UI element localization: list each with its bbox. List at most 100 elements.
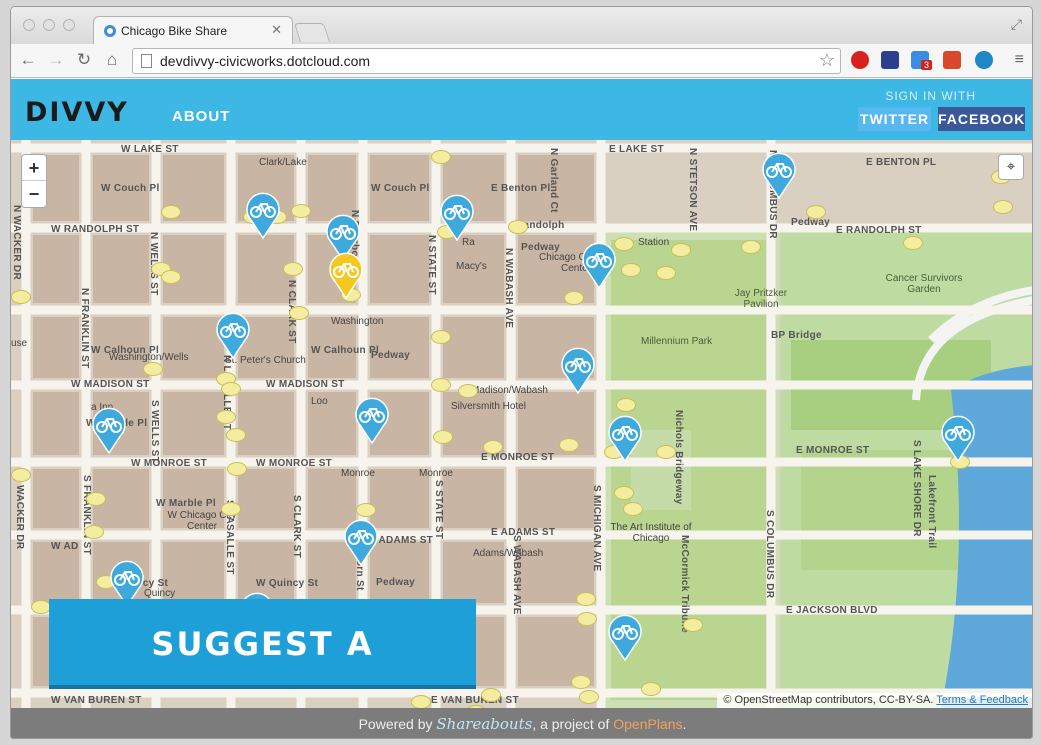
suggestion-bubble-icon[interactable] [621,263,641,277]
poi-label: Clark/Lake [259,157,307,168]
street-label: Pedway [376,577,416,588]
map-view[interactable]: W LAKE ST E LAKE ST W RANDOLPH ST E RANDOLP… [11,140,1032,708]
street-label-vertical: S COLUMBUS DR [764,510,775,599]
suggestion-bubble-icon[interactable] [579,690,599,704]
suggestion-bubble-icon[interactable] [221,382,241,396]
adblock-icon[interactable] [851,51,869,69]
suggestion-bubble-icon[interactable] [564,291,584,305]
bike-station-icon[interactable] [938,413,978,463]
bike-station-icon[interactable] [352,395,392,445]
suggestion-bubble-icon[interactable] [559,438,579,452]
suggestion-bubble-icon[interactable] [623,502,643,516]
street-label-vertical: S WELLS ST [149,400,160,463]
back-arrow-icon[interactable]: ← [17,50,39,70]
bookmark-star-icon[interactable]: ☆ [819,50,835,71]
poi-label: Washington [331,316,384,327]
about-link[interactable]: ABOUT [172,108,230,125]
browser-menu-icon[interactable]: ≡ [1015,51,1024,69]
bike-station-icon[interactable] [579,240,619,290]
suggestion-bubble-icon[interactable] [11,290,31,304]
terms-feedback-link[interactable]: Terms & Feedback [936,694,1028,706]
suggestion-bubble-icon[interactable] [216,410,236,424]
suggestion-bubble-icon[interactable] [226,428,246,442]
suggestion-bubble-icon[interactable] [741,240,761,254]
twitter-sign-in-button[interactable]: TWITTER [858,107,931,131]
close-window-button[interactable] [23,19,35,31]
attribution-text: © OpenStreetMap contributors, CC-BY-SA. [723,694,934,706]
bookmark-extension-icon[interactable] [943,51,961,69]
suggestion-bubble-icon[interactable] [483,440,503,454]
suggestion-bubble-icon[interactable] [458,384,478,398]
suggest-location-button[interactable]: SUGGEST A LOCATION [49,599,476,689]
bike-station-icon[interactable] [605,612,645,662]
suggestion-bubble-icon[interactable] [431,378,451,392]
bike-station-icon[interactable] [558,345,598,395]
suggestion-bubble-icon[interactable] [31,600,51,614]
suggestion-bubble-icon[interactable] [683,618,703,632]
reload-icon[interactable]: ↻ [73,50,95,70]
suggestion-bubble-icon[interactable] [143,362,163,376]
forward-arrow-icon[interactable]: → [45,50,67,70]
suggestion-bubble-icon[interactable] [576,592,596,606]
suggestion-bubble-icon[interactable] [431,330,451,344]
suggestion-bubble-icon[interactable] [289,306,309,320]
suggestion-bubble-icon[interactable] [221,502,241,516]
bike-station-icon[interactable] [89,405,129,455]
suggestion-bubble-icon[interactable] [903,236,923,250]
minimize-window-button[interactable] [43,19,55,31]
suggestion-bubble-icon[interactable] [577,612,597,626]
selected-bike-station-icon[interactable] [326,250,366,300]
suggestion-bubble-icon[interactable] [614,486,634,500]
suggestion-bubble-icon[interactable] [806,205,826,219]
suggestion-bubble-icon[interactable] [508,220,528,234]
address-bar[interactable]: devdivvy-civicworks.dotcloud.com ☆ [132,48,841,74]
facebook-sign-in-button[interactable]: FACEBOOK [938,107,1025,131]
suggestion-bubble-icon[interactable] [161,270,181,284]
url-text[interactable]: devdivvy-civicworks.dotcloud.com [160,53,370,69]
new-tab-button[interactable] [293,23,331,42]
suggestion-bubble-icon[interactable] [431,150,451,164]
suggestion-bubble-icon[interactable] [356,503,376,517]
bike-station-icon[interactable] [605,413,645,463]
suggestion-bubble-icon[interactable] [86,492,106,506]
zoom-in-button[interactable]: + [22,155,46,181]
maximize-window-button[interactable] [63,19,75,31]
suggestion-bubble-icon[interactable] [656,266,676,280]
divvy-logo[interactable]: DIVVY [25,97,129,128]
extension-icon[interactable] [881,51,899,69]
bike-station-icon[interactable] [437,192,477,242]
bike-station-icon[interactable] [759,150,799,200]
suggestion-bubble-icon[interactable] [641,682,661,696]
shareabouts-link[interactable]: Shareabouts [436,715,532,733]
suggestion-bubble-icon[interactable] [433,430,453,444]
suggestion-bubble-icon[interactable] [993,200,1013,214]
bike-station-icon[interactable] [213,310,253,360]
suggestion-bubble-icon[interactable] [161,205,181,219]
suggestion-bubble-icon[interactable] [671,243,691,257]
street-label: BP Bridge [771,330,822,341]
suggestion-bubble-icon[interactable] [616,398,636,412]
suggestion-bubble-icon[interactable] [411,695,431,708]
fullscreen-icon[interactable]: ⤢ [1011,16,1022,33]
street-label: E ADAMS ST [491,527,556,538]
zoom-out-button[interactable]: − [22,181,46,207]
street-label: W AD [51,541,79,552]
poi-label: Monroe [341,468,375,479]
suggestion-bubble-icon[interactable] [84,525,104,539]
bike-station-icon[interactable] [341,517,381,567]
suggestion-bubble-icon[interactable] [291,204,311,218]
suggestion-bubble-icon[interactable] [656,445,676,459]
suggestion-bubble-icon[interactable] [283,262,303,276]
openplans-link[interactable]: OpenPlans [613,716,682,732]
browser-tab[interactable]: Chicago Bike Share ✕ [93,16,293,44]
suggestion-bubble-icon[interactable] [481,688,501,702]
bike-station-icon[interactable] [243,190,283,240]
home-icon[interactable]: ⌂ [101,50,123,70]
tab-close-icon[interactable]: ✕ [271,22,282,38]
checklist-extension-icon[interactable]: 3 [911,51,933,70]
suggestion-bubble-icon[interactable] [11,468,31,482]
suggestion-bubble-icon[interactable] [227,462,247,476]
heart-extension-icon[interactable] [975,51,993,69]
locate-me-button[interactable]: ⌖ [998,154,1024,180]
suggestion-bubble-icon[interactable] [571,675,591,689]
